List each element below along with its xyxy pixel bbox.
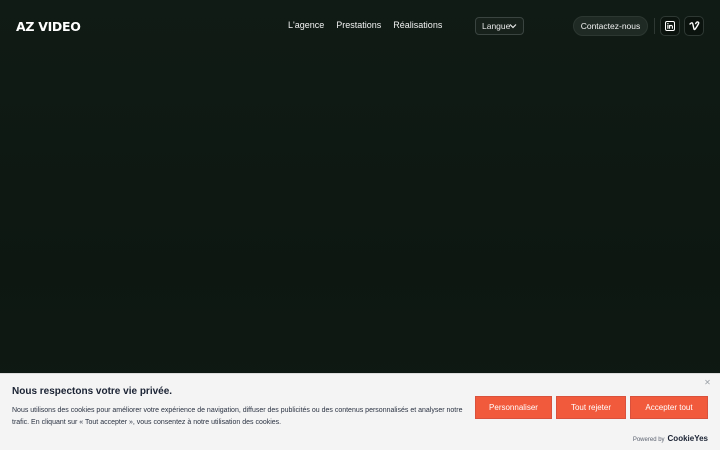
main-nav: L'agence Prestations Réalisations — [288, 20, 442, 30]
powered-by: Powered by CookieYes — [633, 434, 708, 443]
language-select[interactable]: Langue — [475, 17, 524, 35]
vimeo-button[interactable] — [684, 16, 704, 36]
navbar: AZ VIDEO L'agence Prestations Réalisatio… — [0, 0, 720, 52]
nav-divider — [654, 18, 655, 34]
language-label: Langue — [482, 21, 511, 31]
chevron-down-icon — [509, 24, 517, 29]
site-logo[interactable]: AZ VIDEO — [16, 19, 81, 34]
nav-link-prestations[interactable]: Prestations — [336, 20, 381, 30]
linkedin-icon — [665, 21, 675, 31]
cookie-description: Nous utilisons des cookies pour améliore… — [12, 407, 463, 426]
reject-all-button[interactable]: Tout rejeter — [556, 396, 626, 419]
cookieyes-logo[interactable]: CookieYes — [668, 434, 708, 443]
vimeo-icon — [688, 21, 699, 31]
cookie-title: Nous respectons votre vie privée. — [12, 386, 173, 397]
contact-button[interactable]: Contactez-nous — [573, 16, 648, 36]
nav-link-realisations[interactable]: Réalisations — [393, 20, 442, 30]
cookie-banner: ✕ Nous respectons votre vie privée. Nous… — [0, 373, 720, 450]
close-icon[interactable]: ✕ — [703, 378, 712, 387]
customize-button[interactable]: Personnaliser — [475, 396, 552, 419]
powered-by-label: Powered by — [632, 437, 665, 443]
linkedin-button[interactable] — [660, 16, 680, 36]
nav-link-agence[interactable]: L'agence — [288, 20, 324, 30]
accept-all-button[interactable]: Accepter tout — [630, 396, 708, 419]
